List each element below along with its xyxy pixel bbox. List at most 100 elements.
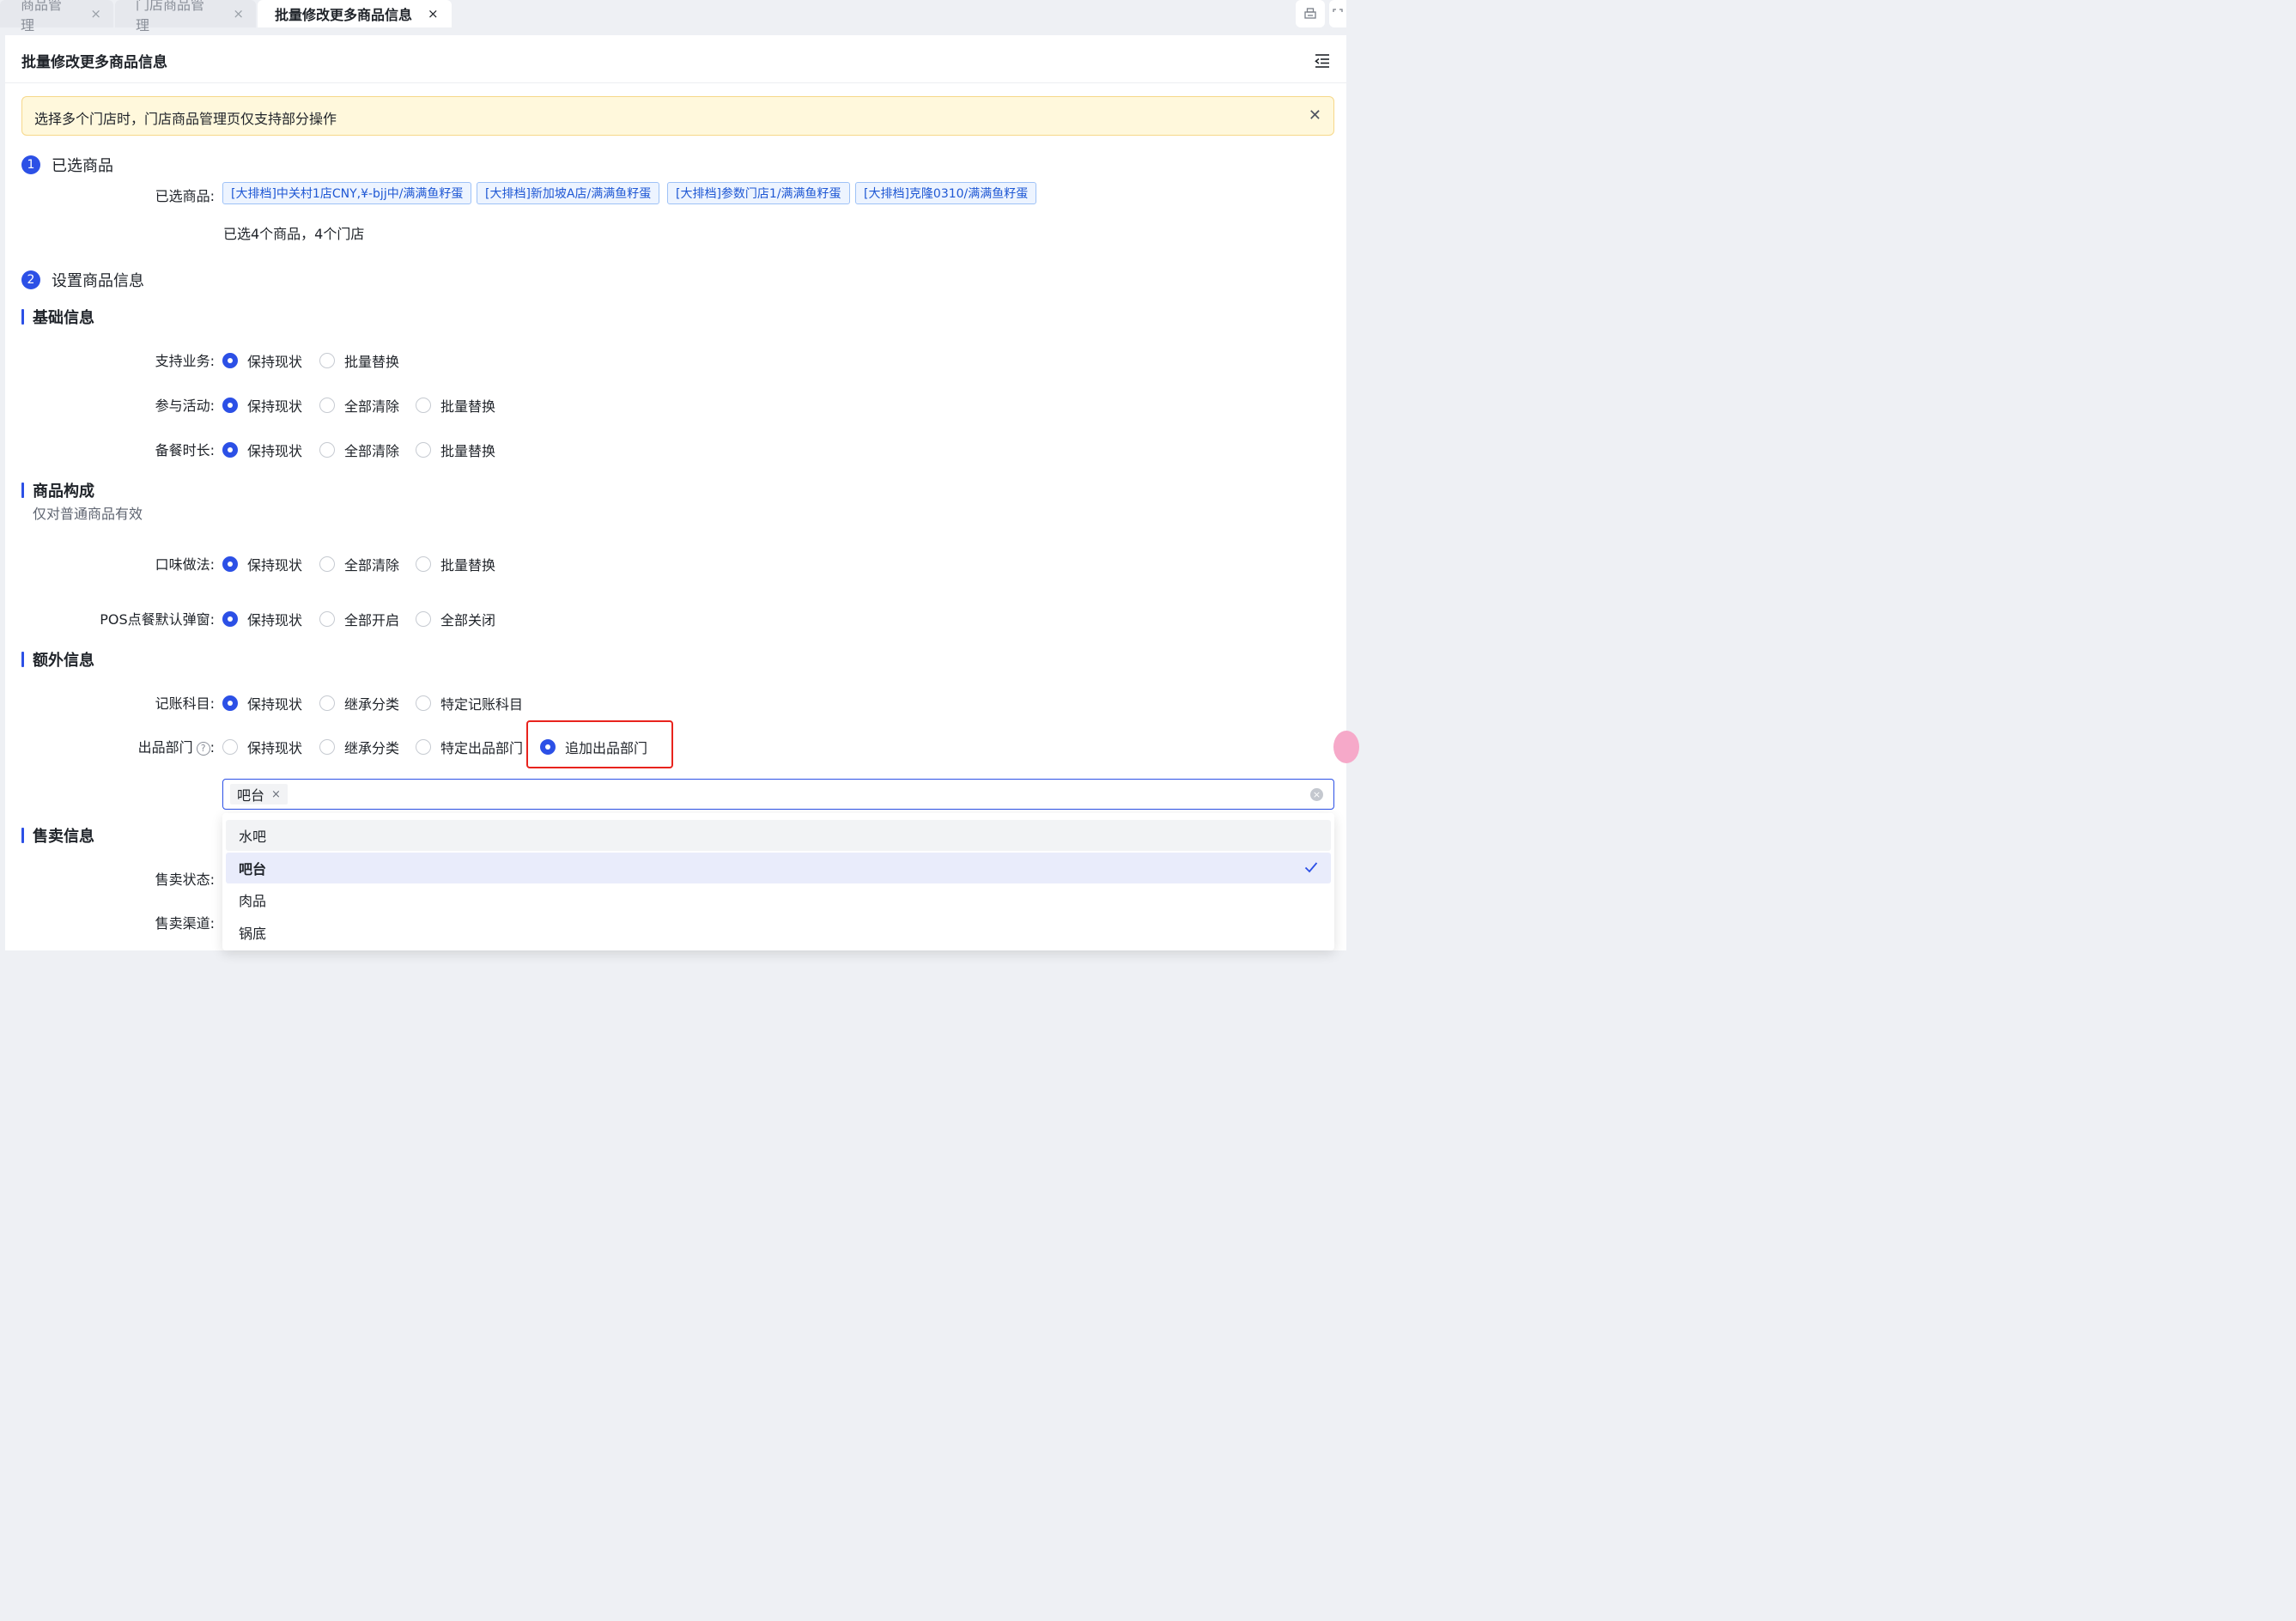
radio-batch-replace[interactable]: 批量替换: [319, 350, 399, 371]
radio-keep[interactable]: 保持现状: [222, 350, 302, 371]
field-label-prep-time: 备餐时长:: [155, 442, 215, 458]
radio-dot: [319, 611, 335, 627]
field-label-pos-popup: POS点餐默认弹窗:: [100, 611, 215, 628]
tab-store-product-management[interactable]: 门店商品管理 ×: [115, 0, 256, 33]
close-icon[interactable]: ✕: [1309, 106, 1321, 124]
product-tag: [大排档]克隆0310/满满鱼籽蛋: [855, 182, 1037, 204]
radio-label: 批量替换: [440, 557, 496, 574]
dropdown-option-selected[interactable]: 吧台: [226, 853, 1331, 883]
radio-label: 继承分类: [344, 740, 400, 756]
check-icon: [1304, 862, 1318, 873]
step-selected-products: 1 已选商品: [21, 154, 113, 176]
field-label-flavor: 口味做法:: [155, 556, 215, 573]
radio-dot: [319, 353, 335, 368]
section-bar: [21, 652, 24, 667]
radio-inherit-category[interactable]: 继承分类: [319, 693, 399, 713]
section-subtitle: 仅对普通商品有效: [33, 506, 143, 522]
radio-label: 继承分类: [344, 696, 400, 713]
step-label: 已选商品: [52, 157, 113, 175]
close-icon[interactable]: ×: [233, 6, 244, 21]
radio-dot: [416, 556, 431, 572]
radio-label: 特定记账科目: [440, 696, 524, 713]
close-icon[interactable]: ×: [271, 788, 281, 801]
radio-dot: [416, 398, 431, 413]
field-label-colon: :: [210, 739, 215, 756]
radio-label: 批量替换: [440, 398, 496, 415]
section-basic-info: 基础信息: [21, 306, 94, 328]
section-title: 商品构成: [33, 483, 94, 501]
selected-chip: 吧台 ×: [230, 784, 288, 804]
step-label: 设置商品信息: [52, 272, 144, 290]
field-label-sale-channel: 售卖渠道:: [155, 915, 215, 932]
radio-enable-all[interactable]: 全部开启: [319, 609, 399, 629]
title-divider: [5, 82, 1346, 83]
radio-disable-all[interactable]: 全部关闭: [416, 609, 495, 629]
radio-batch-replace[interactable]: 批量替换: [416, 440, 495, 460]
radio-label: 保持现状: [247, 740, 303, 756]
section-composition: 商品构成: [21, 479, 94, 501]
chip-label: 吧台: [237, 787, 265, 804]
radio-dot: [222, 442, 238, 458]
step-set-product-info: 2 设置商品信息: [21, 269, 144, 291]
radio-clear-all[interactable]: 全部清除: [319, 554, 399, 574]
radio-keep[interactable]: 保持现状: [222, 609, 302, 629]
radio-dot: [416, 695, 431, 711]
help-icon[interactable]: ?: [196, 742, 210, 756]
floating-assistant-button[interactable]: [1333, 731, 1359, 763]
fullscreen-icon[interactable]: [1329, 0, 1346, 27]
radio-clear-all[interactable]: 全部清除: [319, 395, 399, 416]
radio-keep[interactable]: 保持现状: [222, 440, 302, 460]
dept-select[interactable]: 吧台 × ×: [222, 779, 1334, 810]
radio-dot: [416, 442, 431, 458]
dropdown-option[interactable]: 肉品: [226, 884, 1331, 915]
option-label: 吧台: [239, 861, 267, 877]
radio-batch-replace[interactable]: 批量替换: [416, 395, 495, 416]
radio-dot: [222, 695, 238, 711]
radio-clear-all[interactable]: 全部清除: [319, 440, 399, 460]
alert-text: 选择多个门店时，门店商品管理页仅支持部分操作: [34, 111, 337, 127]
radio-keep[interactable]: 保持现状: [222, 737, 302, 757]
selected-products-label: 已选商品:: [155, 188, 215, 204]
radio-dot: [222, 353, 238, 368]
radio-label: 全部清除: [344, 557, 400, 574]
section-title: 售卖信息: [33, 828, 94, 846]
radio-label: 保持现状: [247, 398, 303, 415]
page-title: 批量修改更多商品信息: [21, 54, 167, 71]
radio-inherit-category[interactable]: 继承分类: [319, 737, 399, 757]
field-label-business: 支持业务:: [155, 353, 215, 369]
section-bar: [21, 828, 24, 843]
radio-keep[interactable]: 保持现状: [222, 693, 302, 713]
radio-label: 全部关闭: [440, 612, 496, 628]
field-label-text: 出品部门: [137, 739, 193, 756]
product-tag: [大排档]参数门店1/满满鱼籽蛋: [667, 182, 850, 204]
dept-dropdown: 水吧 吧台 肉品 锅底: [222, 813, 1334, 950]
tab-label: 商品管理: [21, 0, 63, 33]
clear-icon[interactable]: ×: [1310, 788, 1323, 801]
radio-dot: [319, 695, 335, 711]
collapse-menu-icon[interactable]: [1314, 52, 1331, 70]
section-sales-info: 售卖信息: [21, 824, 94, 847]
dropdown-option[interactable]: 水吧: [226, 820, 1331, 851]
radio-specific-account[interactable]: 特定记账科目: [416, 693, 523, 713]
radio-keep[interactable]: 保持现状: [222, 395, 302, 416]
radio-label: 批量替换: [440, 443, 496, 459]
radio-keep[interactable]: 保持现状: [222, 554, 302, 574]
tab-product-management[interactable]: 商品管理 ×: [0, 0, 113, 33]
dropdown-option[interactable]: 锅底: [226, 917, 1331, 948]
alert-banner: 选择多个门店时，门店商品管理页仅支持部分操作 ✕: [21, 96, 1334, 136]
tab-label: 批量修改更多商品信息: [275, 7, 413, 23]
radio-dot: [222, 398, 238, 413]
radio-dot: [222, 739, 238, 755]
radio-dot: [222, 611, 238, 627]
radio-batch-replace[interactable]: 批量替换: [416, 554, 495, 574]
field-label-sale-status: 售卖状态:: [155, 871, 215, 888]
close-icon[interactable]: ×: [90, 6, 101, 21]
close-icon[interactable]: ×: [428, 6, 439, 21]
radio-label: 特定出品部门: [440, 740, 524, 756]
tab-batch-edit[interactable]: 批量修改更多商品信息 ×: [258, 0, 452, 27]
radio-dot: [416, 611, 431, 627]
radio-specific-dept[interactable]: 特定出品部门: [416, 737, 523, 757]
print-icon[interactable]: [1296, 0, 1325, 27]
option-label: 锅底: [239, 926, 267, 942]
radio-label: 全部清除: [344, 443, 400, 459]
